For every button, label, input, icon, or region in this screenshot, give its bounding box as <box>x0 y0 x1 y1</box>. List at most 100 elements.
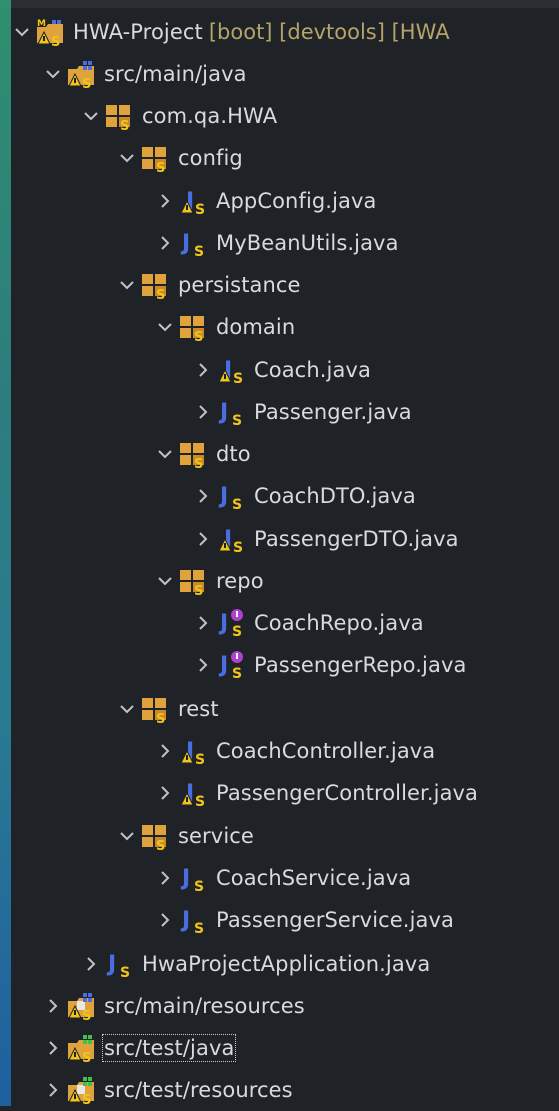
tree-row[interactable]: J S AppConfig.java <box>11 180 559 222</box>
chevron-right-icon[interactable] <box>192 528 214 550</box>
project-decoration: [boot] [devtools] [HWA <box>208 20 450 44</box>
tree-row[interactable]: J S HwaProjectApplication.java <box>11 943 559 985</box>
tree-row[interactable]: Ssrc/test/java <box>11 1027 559 1069</box>
chevron-right-icon[interactable] <box>80 953 102 975</box>
tree-row[interactable]: Sconfig <box>11 137 559 179</box>
chevron-right-icon[interactable] <box>154 190 176 212</box>
tree-row[interactable]: Ssrc/main/java <box>11 53 559 95</box>
tree-row[interactable]: J S Passenger.java <box>11 391 559 433</box>
svg-text:S: S <box>194 457 203 469</box>
java-class-warning-icon: JS <box>216 524 246 554</box>
chevron-right-icon[interactable] <box>154 867 176 889</box>
svg-text:S: S <box>233 540 243 554</box>
tree-row[interactable]: J S Coach.java <box>11 349 559 391</box>
tree-row[interactable]: Ssrc/main/resources <box>11 985 559 1027</box>
project-explorer-tree: MS HWA-Project [boot] [devtools] [HWA Ss… <box>11 10 559 1106</box>
java-interface-icon: JS <box>216 650 246 680</box>
chevron-down-icon[interactable] <box>11 21 33 43</box>
tree-item-label: Coach.java <box>254 358 371 382</box>
chevron-down-icon[interactable] <box>154 570 176 592</box>
svg-text:S: S <box>194 879 204 893</box>
svg-text:S: S <box>232 413 242 427</box>
chevron-right-icon[interactable] <box>154 909 176 931</box>
chevron-down-icon[interactable] <box>154 316 176 338</box>
svg-text:J: J <box>180 866 190 891</box>
tree-row[interactable]: Scom.qa.HWA <box>11 95 559 137</box>
tree-item-label: CoachService.java <box>216 866 412 890</box>
tree-item-label: persistance <box>178 273 301 297</box>
chevron-right-icon[interactable] <box>192 401 214 423</box>
svg-text:S: S <box>82 1009 91 1021</box>
tree-row[interactable]: Sservice <box>11 815 559 857</box>
chevron-right-icon[interactable] <box>192 612 214 634</box>
tree-row[interactable]: J S CoachDTO.java <box>11 475 559 517</box>
tree-row[interactable]: Srest <box>11 688 559 730</box>
package-icon: S <box>140 821 170 851</box>
tree-item-label: src/test/java <box>101 1034 237 1062</box>
java-interface-icon: JS <box>216 608 246 638</box>
java-class-icon: JS <box>104 949 134 979</box>
chevron-down-icon[interactable] <box>116 698 138 720</box>
svg-text:S: S <box>233 371 243 385</box>
tree-row[interactable]: J S CoachService.java <box>11 857 559 899</box>
java-class-warning-icon: JS <box>178 778 208 808</box>
tree-item-label: com.qa.HWA <box>142 104 278 128</box>
chevron-right-icon[interactable] <box>154 782 176 804</box>
chevron-down-icon[interactable] <box>116 147 138 169</box>
tree-row[interactable]: J S CoachController.java <box>11 730 559 772</box>
chevron-right-icon[interactable] <box>154 740 176 762</box>
svg-text:S: S <box>82 77 91 89</box>
chevron-down-icon[interactable] <box>42 63 64 85</box>
tree-row[interactable]: J S PassengerDTO.java <box>11 518 559 560</box>
tree-item-label: src/main/java <box>104 62 247 86</box>
svg-text:J: J <box>106 952 116 977</box>
package-icon: S <box>178 566 208 596</box>
chevron-right-icon[interactable] <box>42 995 64 1017</box>
spring-project-icon: MS <box>35 17 65 47</box>
chevron-right-icon[interactable] <box>154 232 176 254</box>
tree-row[interactable]: Sdto <box>11 433 559 475</box>
chevron-down-icon[interactable] <box>116 274 138 296</box>
tree-row[interactable]: J S MyBeanUtils.java <box>11 222 559 264</box>
tree-row[interactable]: Spersistance <box>11 264 559 306</box>
chevron-down-icon[interactable] <box>80 105 102 127</box>
tree-item-label: MyBeanUtils.java <box>216 231 399 255</box>
java-class-icon: JS <box>178 905 208 935</box>
svg-text:S: S <box>51 35 60 47</box>
svg-text:S: S <box>156 161 165 173</box>
tree-row[interactable]: Srepo <box>11 560 559 602</box>
svg-text:S: S <box>232 497 242 511</box>
chevron-down-icon[interactable] <box>154 443 176 465</box>
java-class-icon: JS <box>216 481 246 511</box>
chevron-right-icon[interactable] <box>192 485 214 507</box>
svg-text:J: J <box>180 908 190 933</box>
package-icon: S <box>178 312 208 342</box>
chevron-right-icon[interactable] <box>192 654 214 676</box>
tree-item-label: rest <box>178 697 219 721</box>
svg-text:S: S <box>194 921 204 935</box>
svg-text:S: S <box>82 1093 91 1105</box>
tree-item-label: domain <box>216 315 296 339</box>
tree-row[interactable]: J S PassengerRepo.java <box>11 644 559 686</box>
svg-text:S: S <box>156 712 165 724</box>
chevron-right-icon[interactable] <box>192 359 214 381</box>
tree-item-label: service <box>178 824 254 848</box>
chevron-right-icon[interactable] <box>42 1079 64 1101</box>
java-class-icon: JS <box>178 863 208 893</box>
tree-row-project[interactable]: MS HWA-Project [boot] [devtools] [HWA <box>11 11 559 53</box>
tree-item-label: src/main/resources <box>104 994 305 1018</box>
tree-item-label: CoachDTO.java <box>254 484 416 508</box>
tree-row[interactable]: J S PassengerController.java <box>11 772 559 814</box>
test-source-folder-icon: S <box>66 1033 96 1063</box>
tree-row[interactable]: J S PassengerService.java <box>11 899 559 941</box>
java-class-warning-icon: JS <box>178 186 208 216</box>
svg-text:J: J <box>218 484 228 509</box>
chevron-right-icon[interactable] <box>42 1037 64 1059</box>
svg-text:J: J <box>218 653 228 678</box>
tree-item-label: PassengerService.java <box>216 908 454 932</box>
svg-text:S: S <box>156 288 165 300</box>
chevron-down-icon[interactable] <box>116 825 138 847</box>
tree-row[interactable]: Ssrc/test/resources <box>11 1069 559 1111</box>
tree-row[interactable]: Sdomain <box>11 306 559 348</box>
tree-row[interactable]: J S CoachRepo.java <box>11 602 559 644</box>
